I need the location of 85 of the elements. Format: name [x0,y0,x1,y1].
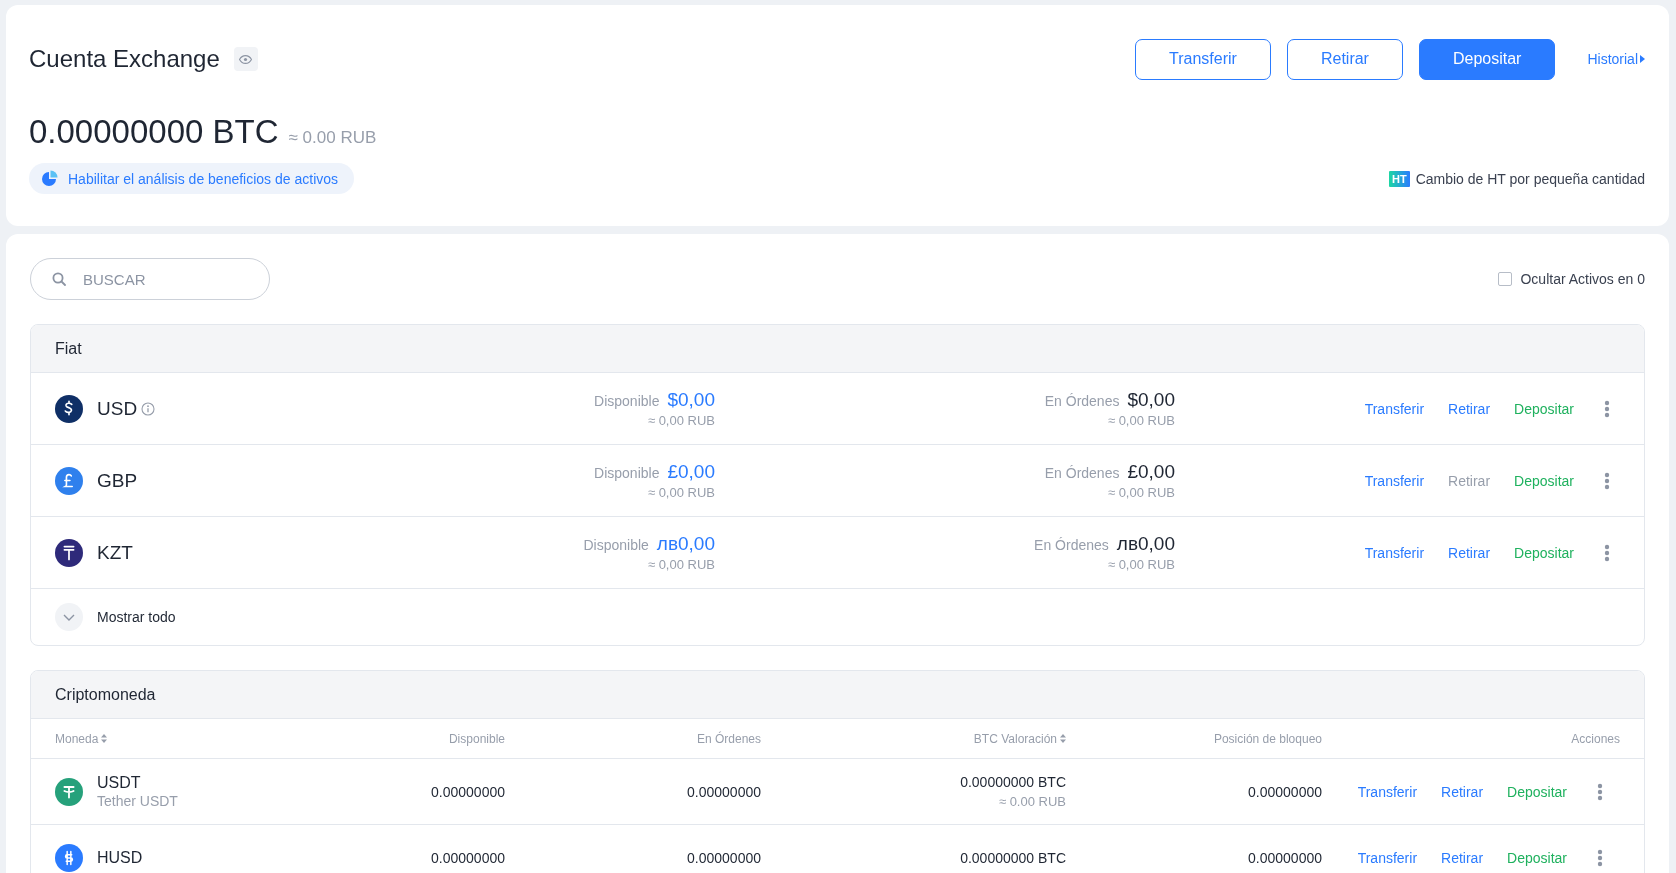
dollar-coin-icon [55,394,83,423]
coin-name: HUSD [97,848,143,867]
section-header: Fiat [31,325,1644,373]
more-icon[interactable] [1604,471,1610,490]
currency-name: USD [97,397,138,420]
table-cell: 0.00000000 [431,849,505,866]
transfer-link[interactable]: Transferir [1357,849,1418,866]
table-cell: 0.00000000 [1248,849,1322,866]
action-button[interactable]: Transferir [1134,38,1271,80]
tenge-coin-icon [55,538,83,567]
orders-label: En Órdenes [1044,393,1120,409]
deposit-button[interactable]: Depositar [1418,38,1556,80]
table-cell: 0.00000000 [431,783,505,800]
column-header: Disponible [448,731,505,746]
orders-amount: £0,00 [1127,461,1175,483]
fiat-estimate: ≈ 0,00 RUB [647,413,715,428]
analysis-link[interactable]: Habilitar el análisis de beneficios de activos [29,163,355,194]
deposit-link[interactable]: Depositar [1507,849,1567,866]
more-icon[interactable] [1604,399,1610,418]
column-header: En Órdenes [696,731,761,746]
deposit-link[interactable]: Depositar [1514,544,1574,561]
deposit-link[interactable]: Depositar [1507,783,1567,800]
available-amount: £0,00 [667,461,715,483]
small-exchange-link[interactable]: Cambio de HT por pequeña cantidad [1415,170,1645,187]
table-cell: 0.00000000 [687,783,761,800]
orders-label: En Órdenes [1034,537,1109,553]
deposit-link[interactable]: Depositar [1514,472,1574,489]
fiat-estimate: ≈ 0.00 RUB [998,794,1066,809]
fiat-estimate: ≈ 0,00 RUB [1107,485,1175,500]
withdraw-link[interactable]: Retirar [1441,783,1484,800]
more-icon[interactable] [1597,782,1603,801]
balance-amount: 0.00000000 BTC [29,113,279,151]
sort-icon[interactable] [1060,734,1066,743]
transfer-link[interactable]: Transferir [1364,400,1425,417]
pie-chart-icon [41,170,58,187]
withdraw-link[interactable]: Retirar [1448,400,1491,417]
chevron-down-icon[interactable] [55,603,83,631]
balance-fiat: ≈ 0.00 RUB [288,128,377,148]
table-cell: 0.00000000 BTC [960,774,1066,790]
search-field[interactable]: BUSCAR [30,258,270,300]
history-link[interactable]: Historial [1587,51,1645,67]
coin-name: USDT [97,774,142,792]
table-cell: 0.00000000 [1248,783,1322,800]
available-label: Disponible [583,537,649,553]
ht-logo: HT [1389,170,1410,187]
orders-amount: $0,00 [1127,389,1175,411]
account-title: Cuenta Exchange [29,45,220,73]
fiat-estimate: ≈ 0,00 RUB [1107,413,1175,428]
more-icon[interactable] [1604,543,1610,562]
fiat-estimate: ≈ 0,00 RUB [647,557,715,572]
search-icon [52,272,66,286]
orders-label: En Órdenes [1044,465,1120,481]
withdraw-link[interactable]: Retirar [1441,849,1484,866]
info-icon[interactable] [141,401,156,416]
hide-zero-checkbox[interactable]: Ocultar Activos en 0 [1498,271,1645,287]
column-header: Acciones [1571,731,1620,746]
table-cell: 0.00000000 BTC [960,849,1066,866]
withdraw-link[interactable]: Retirar [1448,544,1491,561]
column-header[interactable]: Moneda [55,731,108,746]
tether-coin-icon [55,777,83,806]
sort-icon[interactable] [101,734,108,743]
table-cell: 0.00000000 [687,849,761,866]
show-all-link[interactable]: Mostrar todo [97,609,176,625]
currency-name: GBP [97,469,138,492]
more-icon[interactable] [1597,848,1603,867]
coin-fullname: Tether USDT [97,793,178,809]
eye-icon[interactable] [233,47,258,71]
fiat-estimate: ≈ 0,00 RUB [1107,557,1175,572]
section-header: Criptomoneda [31,671,1644,719]
transfer-link[interactable]: Transferir [1364,472,1425,489]
fiat-estimate: ≈ 0,00 RUB [647,485,715,500]
caret-right-icon [1640,55,1645,63]
orders-amount: лв0,00 [1116,533,1175,555]
column-header[interactable]: BTC Valoración [973,731,1066,746]
transfer-link[interactable]: Transferir [1364,544,1425,561]
available-amount: лв0,00 [656,533,715,555]
available-label: Disponible [594,393,660,409]
available-amount: $0,00 [667,389,715,411]
action-button[interactable]: Retirar [1286,38,1403,80]
available-label: Disponible [594,465,660,481]
pound-coin-icon [55,466,83,495]
currency-name: KZT [97,541,133,564]
transfer-link[interactable]: Transferir [1357,783,1418,800]
column-header: Posición de bloqueo [1213,731,1322,746]
deposit-link[interactable]: Depositar [1514,400,1574,417]
